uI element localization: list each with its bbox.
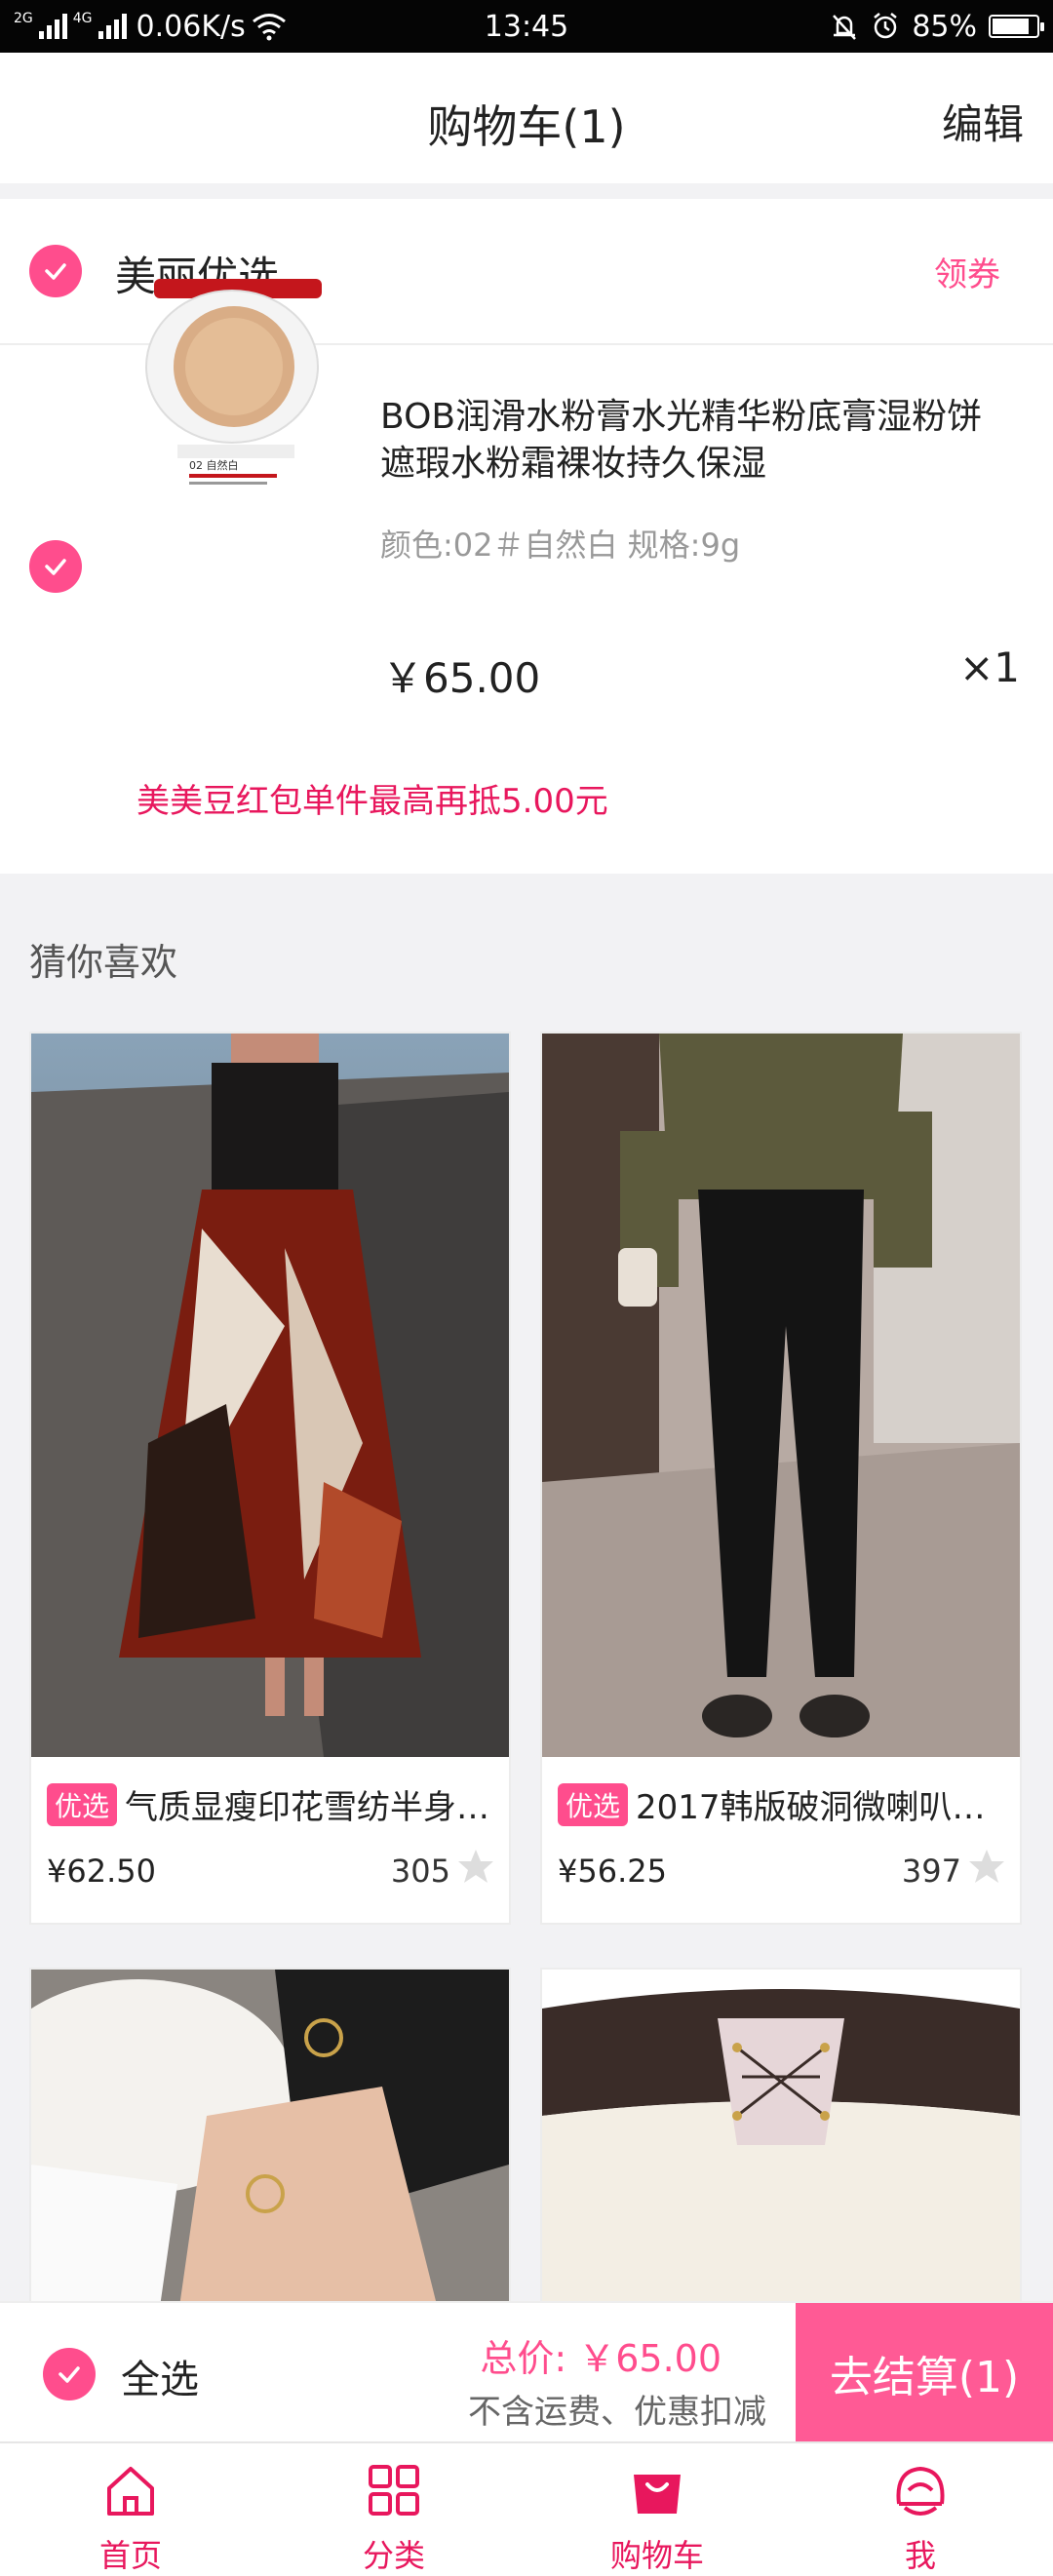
battery-fill (993, 19, 1029, 34)
svg-text:02 自然白: 02 自然白 (189, 458, 239, 472)
network-type-label-2: 4G (72, 11, 93, 26)
product-card[interactable] (540, 1968, 1022, 2319)
profile-icon (896, 2466, 945, 2516)
nav-label: 分类 (362, 2537, 425, 2574)
status-left: 2G 4G 0.06K/s (14, 0, 287, 53)
product-title[interactable]: BOB润滑水粉膏水光精华粉底膏湿粉饼遮瑕水粉霜裸妆持久保湿 (380, 394, 1004, 488)
product-card-likes: 397 (901, 1853, 961, 1890)
total-price: 总价: ￥65.00 (480, 2337, 722, 2380)
page-title: 购物车(1) (427, 100, 626, 153)
skirt-photo (31, 1034, 509, 1757)
favorite-star-icon[interactable] (967, 1847, 1006, 1886)
product-card-title: 气质显瘦印花雪纺半身长裙 (125, 1788, 495, 1827)
product-price: ￥65.00 (382, 654, 541, 702)
status-bar: 2G 4G 0.06K/s 13:45 85% (0, 0, 1053, 53)
promo-text: 美美豆红包单件最高再抵5.00元 (136, 782, 608, 821)
coupon-button[interactable]: 领券 (934, 248, 1000, 295)
home-icon (107, 2467, 154, 2516)
nav-label: 我 (904, 2537, 936, 2574)
favorite-star-icon[interactable] (456, 1847, 495, 1886)
checkout-button[interactable]: 去结算(1) (796, 2303, 1053, 2443)
checkmark-icon (58, 2366, 80, 2383)
battery-percent: 85% (912, 9, 977, 44)
product-card-name[interactable]: 优选2017韩版破洞微喇叭裤九分 (558, 1780, 1006, 1828)
total-note: 不含运费、优惠扣减 (468, 2393, 766, 2432)
network-speed: 0.06K/s (136, 9, 246, 44)
nav-label: 购物车 (609, 2537, 704, 2574)
nav-item-home[interactable]: 首页 (33, 2443, 228, 2576)
store-checkbox[interactable] (29, 245, 82, 297)
wifi-icon (252, 14, 286, 41)
product-card-badge: 优选 (558, 1783, 629, 1826)
network-type-label: 2G (14, 11, 33, 26)
product-card[interactable] (29, 1968, 511, 2319)
product-card[interactable]: 优选2017韩版破洞微喇叭裤九分 ¥56.25 397 (540, 1032, 1022, 1925)
signal-icon (38, 14, 67, 39)
alarm-icon (874, 13, 898, 39)
signal-icon-2 (98, 14, 127, 39)
cushion-compact-image: 02 自然白 (145, 279, 322, 485)
product-image[interactable]: 02 自然白 (135, 269, 339, 503)
nav-item-category[interactable]: 分类 (296, 2443, 491, 2576)
shopping-bag-icon (634, 2475, 681, 2514)
product-card-price: ¥56.25 (558, 1853, 667, 1890)
checkmark-icon (45, 559, 66, 575)
bottom-nav: 首页 分类 购物车 我 (0, 2441, 1053, 2576)
nav-item-cart[interactable]: 购物车 (560, 2443, 755, 2576)
nav-item-me[interactable]: 我 (823, 2443, 1018, 2576)
edit-button[interactable]: 编辑 (942, 92, 1024, 151)
select-all-checkbox[interactable] (43, 2348, 96, 2400)
cart-section: 美丽优选 领券 02 自然白 BOB润滑水粉膏水光精华粉底膏湿粉饼遮瑕水粉霜裸妆… (0, 199, 1053, 874)
page-header: 购物车(1) 编辑 (0, 53, 1053, 183)
checkmark-icon (45, 263, 66, 280)
product-card-likes: 305 (390, 1853, 450, 1890)
nav-label: 首页 (98, 2537, 162, 2574)
status-right: 85% (830, 0, 1044, 53)
product-card-price: ¥62.50 (47, 1853, 156, 1890)
jeans-photo (542, 1034, 1020, 1757)
recommend-title: 猜你喜欢 (29, 941, 178, 984)
product-card-title: 2017韩版破洞微喇叭裤九分 (636, 1788, 1006, 1827)
product-card-name[interactable]: 优选 气质显瘦印花雪纺半身长裙 (47, 1780, 495, 1828)
product-card[interactable]: 优选 气质显瘦印花雪纺半身长裙 ¥62.50 305 (29, 1032, 511, 1925)
product-card-badge: 优选 (47, 1783, 118, 1826)
product-quantity[interactable]: ×1 (959, 644, 1020, 691)
lingerie-photo (542, 1970, 1020, 2317)
select-all-label[interactable]: 全选 (121, 2348, 199, 2404)
item-checkbox[interactable] (29, 540, 82, 593)
clothing-photo (31, 1970, 509, 2317)
checkout-bar: 全选 总价: ￥65.00 不含运费、优惠扣减 去结算(1) (0, 2301, 1053, 2443)
product-spec[interactable]: 颜色:02＃自然白 规格:9g (380, 521, 740, 566)
bell-muted-icon (833, 15, 857, 40)
product-card-image[interactable] (31, 1034, 509, 1757)
product-card-image[interactable] (542, 1034, 1020, 1757)
battery-icon (989, 15, 1044, 38)
grid-icon (369, 2465, 419, 2516)
